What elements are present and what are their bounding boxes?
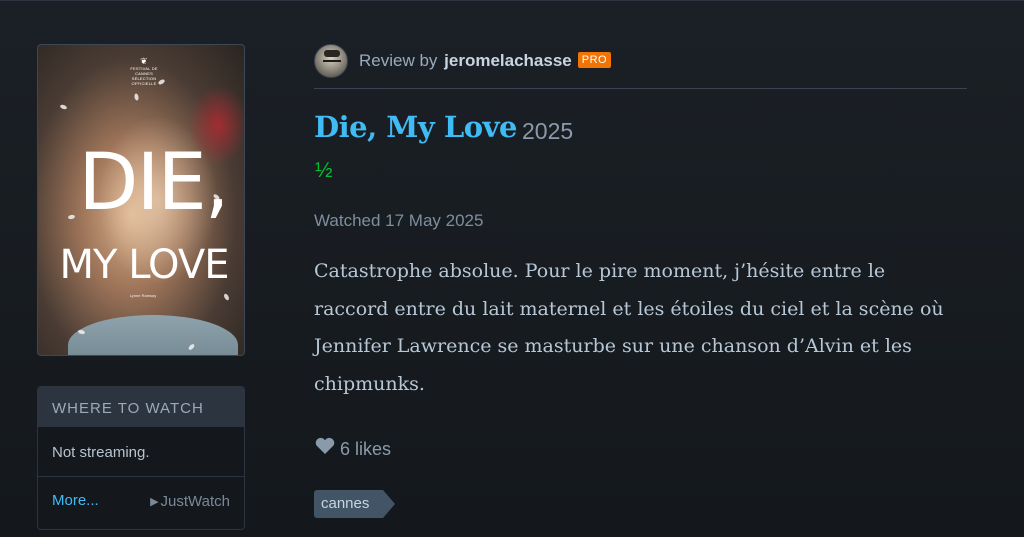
review-body: Catastrophe absolue. Pour le pire moment…: [314, 260, 944, 395]
header-divider: [314, 88, 967, 89]
poster-festival-name: FESTIVAL DE CANNES: [130, 66, 158, 76]
poster-credit: Lynne Ramsay: [129, 293, 157, 298]
star-rating: ½: [315, 159, 333, 182]
justwatch-icon: ▶: [150, 496, 159, 508]
justwatch-label: JustWatch: [160, 493, 230, 510]
more-services-link[interactable]: More...: [52, 492, 99, 509]
reviewer-avatar[interactable]: [314, 44, 348, 78]
likes-label: 6 likes: [340, 439, 392, 459]
poster-title-line1: DIE,: [78, 138, 229, 228]
poster-title-line2: MY LOVE: [59, 242, 230, 288]
top-divider: [0, 0, 1024, 1]
poster-festival-sub: SÉLECTION OFFICIELLE: [131, 76, 157, 86]
justwatch-attribution[interactable]: ▶ JustWatch: [150, 493, 230, 510]
likes-count[interactable]: 6 likes: [314, 437, 391, 460]
heart-icon: [315, 437, 335, 454]
review-by-label: Review by: [359, 51, 438, 70]
poster-petal: [133, 93, 140, 101]
avatar-glasses: [323, 60, 341, 64]
streaming-status: Not streaming.: [38, 427, 244, 477]
poster-petal: [223, 292, 230, 302]
avatar-hat: [324, 50, 340, 57]
where-to-watch-panel: WHERE TO WATCH Not streaming. More... ▶ J…: [37, 386, 245, 530]
palm-icon: ❦: [140, 56, 148, 66]
review-byline: Review by jeromelachasse PRO: [359, 51, 612, 71]
watched-date: Watched 17 May 2025: [314, 211, 484, 230]
film-poster[interactable]: ❦ FESTIVAL DE CANNES SÉLECTION OFFICIELL…: [37, 44, 245, 356]
poster-petal: [59, 103, 68, 111]
tag-cannes[interactable]: cannes: [314, 490, 396, 518]
pro-badge: PRO: [577, 52, 612, 68]
film-year-link[interactable]: 2025: [522, 118, 573, 145]
where-to-watch-header: WHERE TO WATCH: [38, 387, 244, 427]
poster-festival-laurel: ❦ FESTIVAL DE CANNES SÉLECTION OFFICIELL…: [124, 56, 164, 87]
where-to-watch-footer: More... ▶ JustWatch: [38, 477, 244, 529]
reviewer-username-link[interactable]: jeromelachasse: [444, 51, 572, 70]
film-title-link[interactable]: Die, My Love: [314, 110, 517, 144]
poster-dress: [68, 315, 238, 355]
